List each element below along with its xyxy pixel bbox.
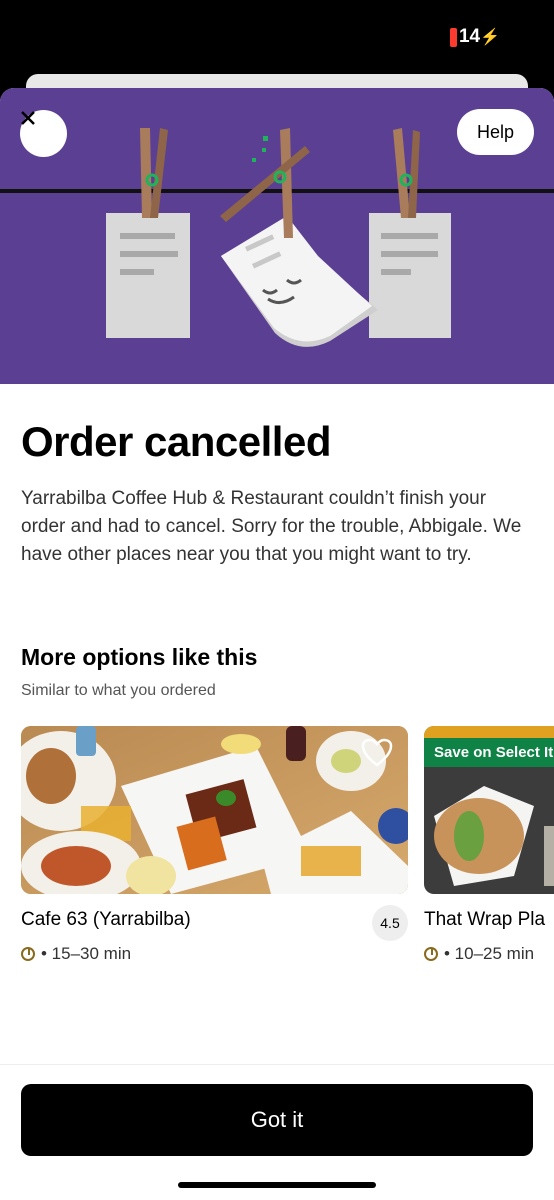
- footer-divider: [0, 1064, 554, 1065]
- rating-badge: 4.5: [372, 905, 408, 941]
- hero-illustration: Help: [0, 88, 554, 384]
- restaurant-name: Cafe 63 (Yarrabilba): [21, 909, 191, 930]
- section-title: More options like this: [21, 644, 258, 670]
- got-it-button[interactable]: Got it: [21, 1084, 533, 1156]
- close-button[interactable]: [20, 110, 67, 157]
- clock-icon: [21, 947, 35, 961]
- status-bar: 14 ⚡: [0, 0, 554, 80]
- help-button[interactable]: Help: [456, 109, 534, 155]
- cancellation-message: Yarrabilba Coffee Hub & Restaurant could…: [21, 488, 522, 565]
- order-cancelled-sheet: Help Order cancelled Yarrabilba Coffee H…: [0, 88, 554, 1200]
- eta-text: • 15–30 min: [41, 944, 132, 963]
- page-title: Order cancelled: [21, 418, 331, 465]
- heart-icon[interactable]: [361, 738, 393, 768]
- battery-indicator: 14 ⚡: [449, 26, 500, 48]
- battery-icon: [449, 27, 457, 47]
- clock-icon: [424, 947, 438, 961]
- promo-badge: Save on Select It: [424, 738, 554, 767]
- battery-level: 14: [458, 26, 481, 47]
- eta-text: • 10–25 min: [444, 944, 535, 963]
- delivery-eta: • 10–25 min: [424, 944, 534, 964]
- restaurant-image: [21, 726, 408, 894]
- delivery-eta: • 15–30 min: [21, 944, 131, 964]
- home-indicator[interactable]: [178, 1182, 376, 1188]
- restaurant-name: That Wrap Pla: [424, 909, 546, 930]
- restaurant-image: Save on Select It: [424, 726, 554, 894]
- close-icon: [21, 111, 35, 125]
- charging-icon: ⚡: [480, 29, 500, 46]
- section-subtitle: Similar to what you ordered: [21, 682, 216, 699]
